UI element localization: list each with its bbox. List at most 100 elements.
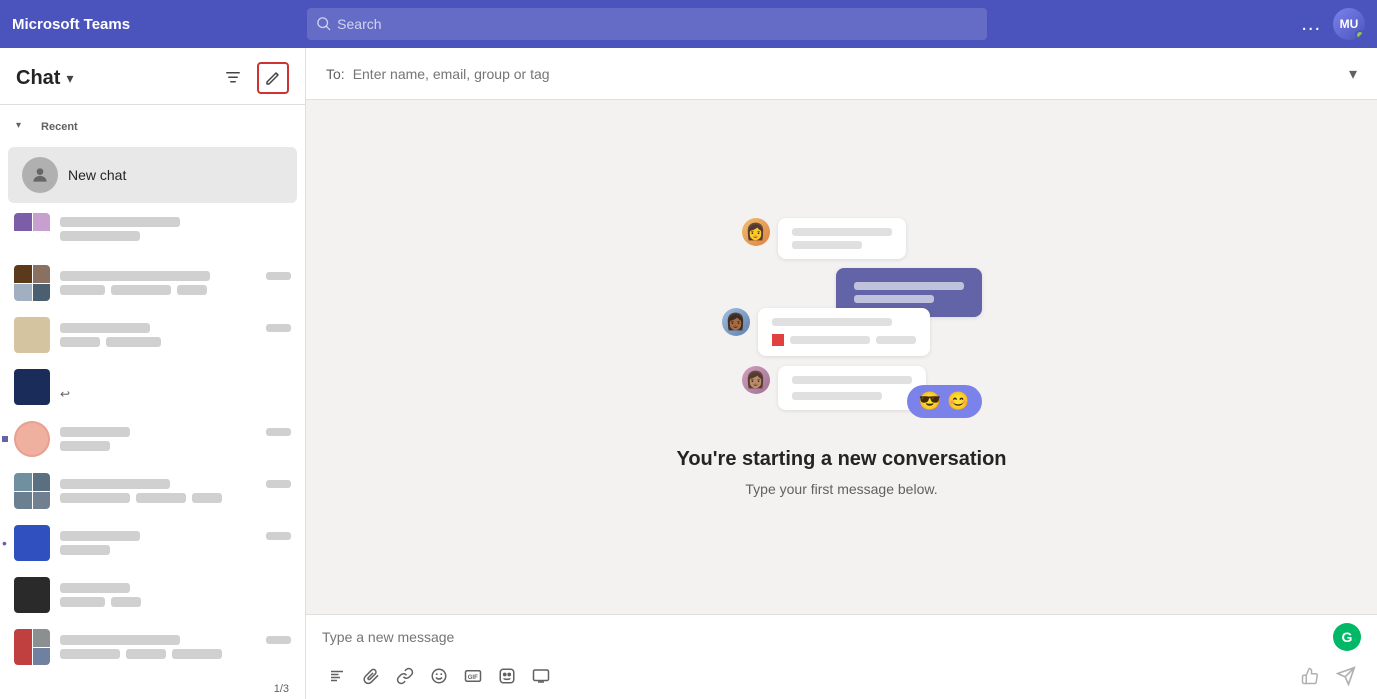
attach-icon: [362, 667, 380, 685]
format-button[interactable]: [322, 661, 352, 691]
chat-preview: [60, 649, 120, 659]
emoji-cool: 😎: [919, 391, 941, 412]
send-button[interactable]: [1331, 661, 1361, 691]
reaction-bar: 😎 😊: [907, 385, 982, 418]
message-input[interactable]: [322, 623, 1325, 651]
chat-info: [60, 479, 291, 503]
chat-name: [60, 531, 140, 541]
list-item[interactable]: [0, 621, 305, 673]
toolbar-row: GIF: [322, 657, 1361, 695]
chat-info: [60, 323, 291, 347]
giphy-button[interactable]: GIF: [458, 661, 488, 691]
recipient-input[interactable]: [353, 66, 1341, 82]
chat-time: [266, 480, 291, 488]
group-avatar: [14, 629, 50, 665]
new-chat-avatar: [22, 157, 58, 193]
new-chat-label: New chat: [68, 167, 126, 183]
chat-preview: [60, 337, 100, 347]
chat-preview: [111, 285, 171, 295]
list-item[interactable]: [0, 413, 305, 465]
format-icon: [328, 667, 346, 685]
recent-section: ▾ Recent: [0, 105, 305, 145]
chat-avatar: [14, 577, 50, 613]
group-avatar: [14, 473, 50, 509]
chat-preview: [106, 337, 161, 347]
page-number: 1/3: [0, 679, 305, 699]
avatar-1: 👩: [742, 218, 770, 246]
msg-line: [772, 318, 892, 326]
avatar-status: [1355, 30, 1365, 40]
chat-list: ↩: [0, 205, 305, 679]
chat-info: [60, 635, 291, 659]
compose-icon: [265, 70, 281, 86]
msg-line: [876, 336, 916, 344]
user-avatar[interactable]: MU: [1333, 8, 1365, 40]
chat-dropdown-icon[interactable]: ▾: [66, 70, 73, 87]
sticker-button[interactable]: [492, 661, 522, 691]
list-item[interactable]: [0, 205, 305, 257]
chat-time: [266, 636, 291, 644]
sidebar-title-area: Chat ▾: [16, 67, 73, 90]
emoji-smile: 😊: [947, 391, 969, 412]
chat-info: ↩: [60, 373, 291, 401]
chat-preview: [172, 649, 222, 659]
send-icon: [1336, 666, 1356, 686]
person-icon: [30, 165, 50, 185]
message-bubble-3: [758, 308, 930, 356]
chat-name: [60, 479, 170, 489]
to-chevron-icon[interactable]: ▾: [1349, 64, 1357, 84]
list-item[interactable]: [0, 257, 305, 309]
filter-icon: [225, 70, 241, 86]
topbar-right: ... MU: [1301, 8, 1365, 40]
chat-preview: [192, 493, 222, 503]
sidebar: Chat ▾: [0, 48, 306, 699]
chat-preview: [60, 231, 140, 241]
chat-preview: [60, 545, 110, 555]
attach-button[interactable]: [356, 661, 386, 691]
link-icon: [396, 667, 414, 685]
screenshare-icon: [532, 667, 550, 685]
like-icon: [1301, 667, 1319, 685]
msg-line: [792, 392, 882, 400]
chat-info: [60, 583, 291, 607]
chat-preview: [60, 441, 110, 451]
chat-preview: [60, 493, 130, 503]
chat-info: [60, 427, 291, 451]
search-bar[interactable]: [307, 8, 987, 40]
new-chat-compose-button[interactable]: [257, 62, 289, 94]
chat-preview: [126, 649, 166, 659]
recent-label: Recent: [25, 111, 94, 139]
chat-name: [60, 323, 150, 333]
right-panel: To: ▾ 👩: [306, 48, 1377, 699]
search-icon: [317, 17, 331, 31]
grammarly-button[interactable]: G: [1333, 623, 1361, 651]
new-chat-item[interactable]: New chat: [8, 147, 297, 203]
search-input[interactable]: [337, 16, 977, 32]
list-item[interactable]: [0, 465, 305, 517]
chat-preview: [136, 493, 186, 503]
chat-preview: [60, 597, 105, 607]
gif-icon: GIF: [464, 667, 482, 685]
msg-line: [792, 241, 862, 249]
recent-chevron-icon[interactable]: ▾: [16, 120, 21, 131]
link-button[interactable]: [390, 661, 420, 691]
topbar: Microsoft Teams ... MU: [0, 0, 1377, 48]
chat-preview: [177, 285, 207, 295]
list-item[interactable]: •: [0, 517, 305, 569]
chat-info: [60, 271, 291, 295]
more-options-button[interactable]: ...: [1301, 13, 1321, 36]
toolbar-right: [1295, 661, 1361, 691]
app-title: Microsoft Teams: [12, 16, 130, 33]
like-button[interactable]: [1295, 661, 1325, 691]
chat-avatar: [14, 421, 50, 457]
chat-time: [266, 532, 291, 540]
list-item[interactable]: ↩: [0, 361, 305, 413]
list-item[interactable]: [0, 569, 305, 621]
msg-line: [790, 336, 870, 344]
emoji-button[interactable]: [424, 661, 454, 691]
chat-avatar: [14, 525, 50, 561]
list-item[interactable]: [0, 309, 305, 361]
filter-button[interactable]: [217, 62, 249, 94]
screenshare-button[interactable]: [526, 661, 556, 691]
msg-line: [792, 376, 912, 384]
